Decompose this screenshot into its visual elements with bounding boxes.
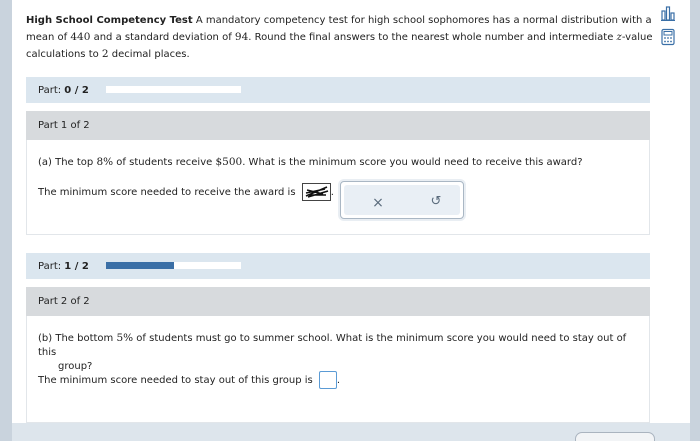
problem-statement: High School Competency Test A mandatory … (26, 13, 656, 63)
progress-fill (106, 262, 174, 269)
part-1-label: Part 1 of 2 (38, 120, 90, 131)
answer-label: The minimum score needed to receive the … (38, 187, 296, 198)
question-text: of students receive (113, 157, 216, 168)
question-text: (a) The top (38, 157, 97, 168)
right-margin-bar (690, 0, 700, 441)
mean-value: 440 (70, 31, 91, 43)
progress-bar (106, 262, 241, 269)
left-margin-bar (0, 0, 12, 441)
question-percent: 5% (116, 332, 134, 344)
part-1-answer-line: The minimum score needed to receive the … (38, 183, 334, 201)
problem-title: High School Competency Test (26, 15, 193, 26)
part-progress-value: 0 / 2 (64, 85, 89, 96)
bar-chart-icon[interactable] (660, 4, 676, 22)
part-2-answer-line: The minimum score needed to stay out of … (38, 371, 340, 389)
answer-period: . (336, 375, 341, 386)
part-label-text: Part: (38, 261, 65, 272)
part-progress-header-1: Part: 0 / 2 (26, 77, 650, 103)
part-1-question: (a) The top 8% of students receive $500.… (38, 155, 583, 170)
problem-text: decimal places. (108, 49, 190, 60)
submit-button[interactable] (575, 432, 655, 441)
part-progress-header-2: Part: 1 / 2 (26, 253, 650, 279)
action-panel-inner: × ↺ (344, 185, 460, 215)
clear-button[interactable]: × (370, 195, 386, 211)
answer-input[interactable] (318, 371, 337, 389)
calculator-icon[interactable] (660, 28, 676, 46)
side-toolbar (660, 4, 680, 52)
award-amount: $500 (215, 156, 243, 168)
progress-bar (106, 86, 241, 93)
part-progress-label: Part: 0 / 2 (38, 85, 89, 96)
answer-label: The minimum score needed to stay out of … (38, 375, 313, 386)
part-2-subheader: Part 2 of 2 (26, 287, 650, 316)
problem-text: . Round the final answers to the nearest… (248, 32, 617, 43)
part-progress-label: Part: 1 / 2 (38, 261, 89, 272)
part-2-question: (b) The bottom 5% of students must go to… (38, 331, 638, 374)
answer-action-panel: × ↺ (340, 181, 464, 219)
decimal-places: 2 (101, 48, 109, 60)
problem-text: and a standard deviation of (90, 32, 235, 43)
answer-period: . (330, 187, 334, 198)
scribble-icon (305, 186, 328, 198)
question-text: . What is the minimum score you would ne… (242, 157, 583, 168)
part-1-subheader: Part 1 of 2 (26, 111, 650, 140)
question-percent: 8% (96, 156, 114, 168)
part-progress-value: 1 / 2 (64, 261, 89, 272)
answer-input-scribbled[interactable] (301, 183, 331, 201)
undo-button[interactable]: ↺ (428, 194, 444, 210)
part-label-text: Part: (38, 85, 65, 96)
question-text: (b) The bottom (38, 333, 117, 344)
sd-value: 94 (234, 31, 249, 43)
part-2-label: Part 2 of 2 (38, 296, 90, 307)
